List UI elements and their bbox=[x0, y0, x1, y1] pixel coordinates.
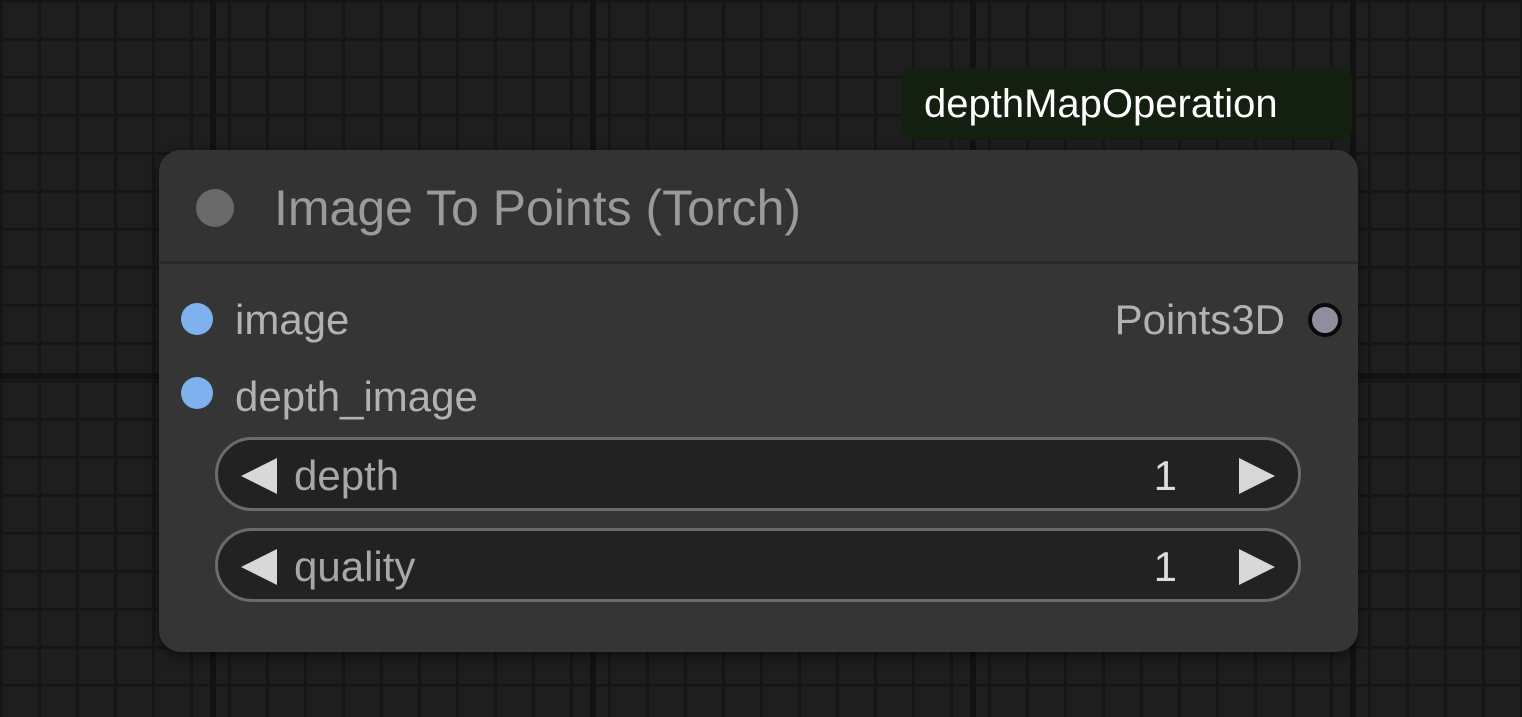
input-slot-depth-image-label: depth_image bbox=[235, 373, 478, 420]
node-image-to-points[interactable]: Image To Points (Torch) image Points3D d… bbox=[159, 150, 1358, 652]
increment-arrow-icon[interactable] bbox=[1239, 549, 1275, 585]
node-header[interactable]: Image To Points (Torch) bbox=[159, 150, 1358, 264]
widget-quality-label: quality bbox=[294, 543, 416, 590]
node-collapse-dot[interactable] bbox=[196, 189, 234, 227]
output-slot-points3d-dot[interactable] bbox=[1308, 303, 1342, 337]
group-title[interactable]: depthMapOperation bbox=[902, 68, 1352, 140]
node-title: Image To Points (Torch) bbox=[274, 180, 802, 236]
widget-depth-value[interactable]: 1 bbox=[1154, 452, 1177, 500]
widget-quality-value[interactable]: 1 bbox=[1154, 543, 1177, 591]
output-slot-points3d-label: Points3D bbox=[1114, 296, 1285, 343]
increment-arrow-icon[interactable] bbox=[1239, 458, 1275, 494]
input-slot-image-dot[interactable] bbox=[181, 303, 213, 335]
graph-canvas[interactable]: depthMapOperation Image To Points (Torch… bbox=[0, 0, 1522, 717]
input-slot-depth-image-dot[interactable] bbox=[181, 377, 213, 409]
widget-quality[interactable]: quality 1 bbox=[215, 528, 1301, 602]
widget-depth-label: depth bbox=[294, 452, 400, 499]
input-slot-image-label: image bbox=[235, 296, 350, 343]
group-title-text: depthMapOperation bbox=[924, 82, 1278, 126]
decrement-arrow-icon[interactable] bbox=[241, 458, 277, 494]
decrement-arrow-icon[interactable] bbox=[241, 549, 277, 585]
widget-depth[interactable]: depth 1 bbox=[215, 437, 1301, 511]
